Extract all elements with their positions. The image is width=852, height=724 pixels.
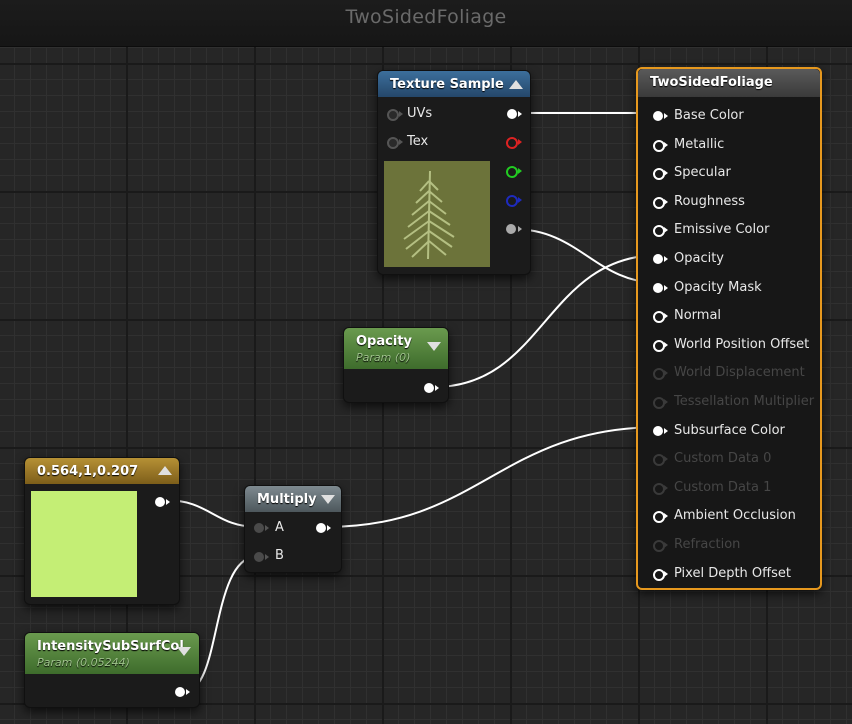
pin-arrow-icon: [664, 513, 668, 520]
base-color-input-pin[interactable]: [653, 111, 663, 121]
pin-arrow-icon: [664, 198, 668, 205]
fern-leaf-icon: [403, 170, 455, 260]
collapse-arrow-icon[interactable]: [509, 80, 523, 89]
pin-arrow-icon: [664, 370, 668, 377]
normal-label: Normal: [674, 308, 722, 324]
opacity-param-value: Param (0): [356, 351, 411, 364]
opacity-mask-label: Opacity Mask: [674, 279, 762, 295]
intensity-param-title: IntensitySubSurfCol: [37, 639, 184, 654]
pin-arrow-icon: [435, 385, 439, 391]
material-title: TwoSidedFoliage: [345, 6, 507, 28]
editor-title-bar: TwoSidedFoliage: [0, 0, 852, 47]
world-position-offset-label: World Position Offset: [674, 336, 810, 352]
result-node-header[interactable]: TwoSidedFoliage: [638, 69, 820, 97]
opacity-param-output-pin[interactable]: [424, 383, 434, 393]
base-color-label: Base Color: [674, 108, 744, 123]
texture-sample-header[interactable]: Texture Sample: [378, 71, 530, 97]
pixel-depth-offset-label: Pixel Depth Offset: [674, 565, 791, 581]
opacity-param-header[interactable]: Opacity Param (0): [344, 328, 448, 369]
opacity-input-pin[interactable]: [653, 254, 663, 264]
pin-arrow-icon: [518, 111, 522, 117]
pin-arrow-icon: [518, 226, 522, 232]
specular-label: Specular: [674, 165, 731, 181]
texture-sample-title: Texture Sample: [390, 77, 504, 92]
intensity-param-value: Param (0.05244): [37, 656, 130, 669]
pin-arrow-icon: [399, 111, 403, 117]
material-result-node[interactable]: TwoSidedFoliage Base Color Metallic Specul…: [636, 67, 822, 590]
metallic-label: Metallic: [674, 136, 725, 152]
blue-output-pin[interactable]: [506, 195, 518, 207]
opacity-param-title: Opacity: [356, 334, 412, 349]
constant-color-header[interactable]: 0.564,1,0.207: [25, 458, 179, 484]
pin-arrow-icon: [664, 570, 668, 577]
pin-arrow-icon: [664, 427, 668, 434]
expand-arrow-icon[interactable]: [177, 647, 191, 656]
intensity-param-node[interactable]: IntensitySubSurfCol Param (0.05244): [24, 632, 200, 708]
opacity-mask-input-pin[interactable]: [653, 282, 663, 293]
custom-data-1-label: Custom Data 1: [674, 479, 772, 495]
pin-arrow-icon: [664, 284, 668, 291]
constant-color-title: 0.564,1,0.207: [37, 464, 139, 479]
expand-arrow-icon[interactable]: [321, 495, 335, 504]
green-output-pin[interactable]: [506, 166, 518, 178]
emissive-color-label: Emissive Color: [674, 222, 770, 238]
collapse-arrow-icon[interactable]: [158, 466, 172, 475]
pin-arrow-icon: [166, 499, 170, 505]
multiply-b-label: B: [275, 548, 284, 563]
alpha-output-pin[interactable]: [506, 224, 516, 234]
pin-arrow-icon: [518, 139, 522, 145]
intensity-param-output-pin[interactable]: [175, 687, 185, 697]
pin-arrow-icon: [518, 168, 522, 174]
pin-arrow-icon: [186, 689, 190, 695]
pin-arrow-icon: [399, 139, 403, 145]
pin-arrow-icon: [327, 525, 331, 531]
subsurface-color-label: Subsurface Color: [674, 422, 785, 438]
wire-multiply-to-subsurface: [325, 426, 661, 528]
pin-arrow-icon: [664, 341, 668, 348]
color-swatch: [31, 491, 137, 597]
pin-arrow-icon: [664, 113, 668, 119]
pin-arrow-icon: [265, 525, 269, 531]
texture-sample-node[interactable]: Texture Sample UVs Tex: [377, 70, 531, 275]
multiply-b-input-pin[interactable]: [254, 552, 264, 562]
subsurface-color-input-pin[interactable]: [653, 425, 663, 436]
tessellation-multiplier-label: Tessellation Multiplier: [674, 394, 815, 409]
tex-input-pin[interactable]: [387, 137, 399, 149]
pin-arrow-icon: [664, 227, 668, 234]
constant-color-node[interactable]: 0.564,1,0.207: [24, 457, 180, 605]
multiply-a-input-pin[interactable]: [254, 523, 264, 533]
constant-color-output-pin[interactable]: [155, 497, 165, 507]
pin-arrow-icon: [664, 141, 668, 148]
world-displacement-label: World Displacement: [674, 365, 805, 381]
pin-arrow-icon: [664, 542, 668, 548]
red-output-pin[interactable]: [506, 137, 518, 149]
result-node-title: TwoSidedFoliage: [650, 75, 773, 90]
ambient-occlusion-label: Ambient Occlusion: [674, 508, 796, 524]
opacity-param-node[interactable]: Opacity Param (0): [343, 327, 449, 403]
intensity-param-header[interactable]: IntensitySubSurfCol Param (0.05244): [25, 633, 199, 674]
pin-arrow-icon: [518, 197, 522, 203]
texture-preview-thumbnail: [384, 161, 490, 267]
pin-arrow-icon: [664, 170, 668, 177]
expand-arrow-icon[interactable]: [427, 342, 441, 351]
multiply-a-label: A: [275, 520, 284, 535]
pin-arrow-icon: [664, 456, 668, 463]
multiply-header[interactable]: Multiply: [245, 486, 341, 512]
custom-data-0-label: Custom Data 0: [674, 451, 772, 467]
tex-input-label: Tex: [407, 134, 429, 149]
pin-arrow-icon: [265, 554, 269, 560]
opacity-label: Opacity: [674, 251, 725, 266]
roughness-label: Roughness: [674, 193, 745, 209]
uvs-input-label: UVs: [407, 106, 433, 121]
pin-arrow-icon: [664, 484, 668, 491]
rgb-output-pin[interactable]: [507, 109, 517, 119]
refraction-label: Refraction: [674, 537, 741, 552]
uvs-input-pin[interactable]: [387, 109, 399, 121]
multiply-title: Multiply: [257, 492, 317, 507]
multiply-node[interactable]: Multiply A B: [244, 485, 342, 573]
multiply-output-pin[interactable]: [316, 523, 326, 533]
pin-arrow-icon: [664, 399, 668, 405]
pin-arrow-icon: [664, 313, 668, 320]
pin-arrow-icon: [664, 256, 668, 262]
